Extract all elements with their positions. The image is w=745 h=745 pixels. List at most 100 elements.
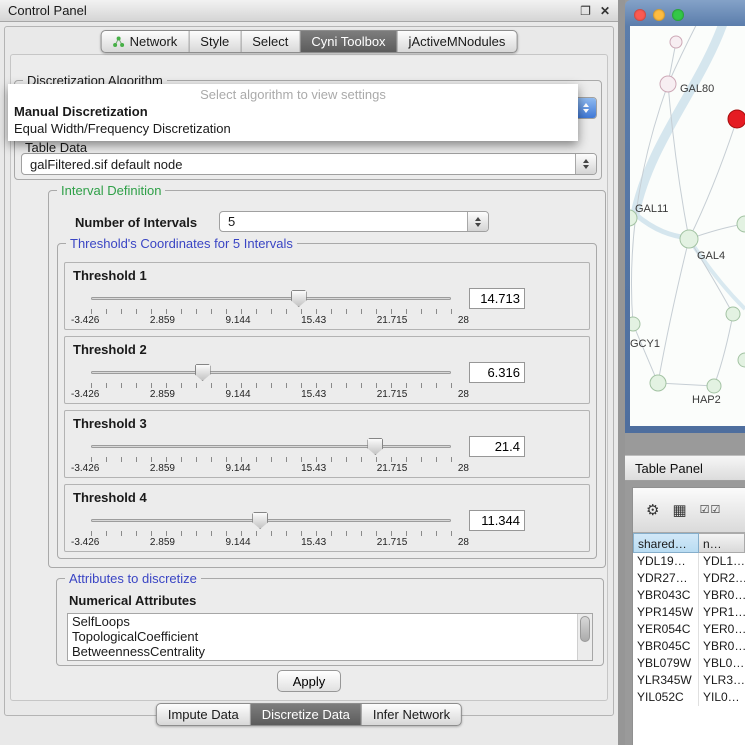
threshold-4-slider[interactable] <box>91 512 451 530</box>
tab-select[interactable]: Select <box>241 31 300 52</box>
tab-discretize-data[interactable]: Discretize Data <box>251 704 362 725</box>
table-row[interactable]: YLR345W YLR3… <box>633 672 745 689</box>
table-row[interactable]: YBL079W YBL0… <box>633 655 745 672</box>
threshold-1-slider[interactable] <box>91 290 451 308</box>
slider-handle[interactable] <box>291 290 307 307</box>
slider-track[interactable] <box>91 371 451 374</box>
slider-track[interactable] <box>91 445 451 448</box>
table-cell[interactable]: YBR043C <box>633 587 699 604</box>
slider-ticks <box>91 531 452 536</box>
threshold-3-value-field[interactable] <box>469 436 525 457</box>
table-cell[interactable]: YLR3… <box>699 672 745 689</box>
close-icon[interactable]: ✕ <box>600 4 610 18</box>
node[interactable] <box>650 375 666 391</box>
node-red-selected[interactable] <box>728 110 745 128</box>
table-cell[interactable]: YBL079W <box>633 655 699 672</box>
column-header-shared-name[interactable]: shared… <box>633 533 699 553</box>
table-data-combobox[interactable]: galFiltered.sif default node <box>21 153 597 175</box>
float-window-icon[interactable]: ❐ <box>580 4 591 18</box>
tab-jactivemnodules[interactable]: jActiveMNodules <box>398 31 517 52</box>
node-gal80[interactable] <box>660 76 676 92</box>
algorithm-stepper-icon[interactable] <box>575 98 596 118</box>
table-cell[interactable]: YBR045C <box>633 638 699 655</box>
algorithm-option-manual[interactable]: Manual Discretization <box>8 103 578 120</box>
node[interactable] <box>670 36 682 48</box>
table-row[interactable]: YER054C YER0… <box>633 621 745 638</box>
table-cell[interactable]: YER0… <box>699 621 745 638</box>
scale-tick-label: 28 <box>458 537 469 548</box>
tab-style[interactable]: Style <box>189 31 241 52</box>
table-cell[interactable]: YDL19… <box>633 553 699 570</box>
list-item[interactable]: SelfLoops <box>68 614 592 629</box>
threshold-2-value-field[interactable] <box>469 362 525 383</box>
table-row[interactable]: YPR145W YPR1… <box>633 604 745 621</box>
threshold-2-slider[interactable] <box>91 364 451 382</box>
table-header-row: shared… n… <box>633 533 745 553</box>
table-cell[interactable]: YDR2… <box>699 570 745 587</box>
tab-style-label: Style <box>200 34 229 49</box>
table-cell[interactable]: YLR345W <box>633 672 699 689</box>
number-of-intervals-label: Number of Intervals <box>75 215 197 230</box>
threshold-3-slider[interactable] <box>91 438 451 456</box>
tab-impute-data[interactable]: Impute Data <box>157 704 251 725</box>
slider-handle[interactable] <box>195 364 211 381</box>
scale-tick-label: -3.426 <box>71 463 99 474</box>
threshold-4-value-field[interactable] <box>469 510 525 531</box>
tab-network-label: Network <box>130 34 178 49</box>
slider-ticks <box>91 383 452 388</box>
close-traffic-icon[interactable] <box>634 9 646 21</box>
select-columns-icon[interactable]: ☑☑ <box>700 505 722 516</box>
slider-track[interactable] <box>91 519 451 522</box>
table-row[interactable]: YDL19… YDL1… <box>633 553 745 570</box>
table-cell[interactable]: YBR0… <box>699 587 745 604</box>
table-data-stepper-icon[interactable] <box>575 154 596 174</box>
scale-tick-label: 28 <box>458 315 469 326</box>
network-canvas[interactable]: GAL80 GAL11 GAL4 GCY1 HAP2 <box>630 26 745 426</box>
table-cell[interactable]: YDR27… <box>633 570 699 587</box>
list-item[interactable]: BetweennessCentrality <box>68 644 592 659</box>
top-tab-bar: Network Style Select Cyni Toolbox jActiv… <box>101 30 518 53</box>
node-label: GAL4 <box>697 250 725 262</box>
scrollbar-thumb[interactable] <box>580 616 590 642</box>
node-gal4[interactable] <box>680 230 698 248</box>
number-of-intervals-stepper-icon[interactable] <box>467 212 488 231</box>
slider-handle[interactable] <box>252 512 268 529</box>
node[interactable] <box>737 216 745 232</box>
table-cell[interactable]: YBR0… <box>699 638 745 655</box>
gear-icon[interactable]: ⚙ <box>646 503 659 518</box>
table-cell[interactable]: YDL1… <box>699 553 745 570</box>
table-cell[interactable]: YIL052C <box>633 689 699 706</box>
table-row[interactable]: YBR043C YBR0… <box>633 587 745 604</box>
tab-impute-data-label: Impute Data <box>168 707 239 722</box>
attributes-scrollbar[interactable] <box>577 614 592 660</box>
minimize-traffic-icon[interactable] <box>653 9 665 21</box>
tab-cyni-toolbox[interactable]: Cyni Toolbox <box>300 31 397 52</box>
table-cell[interactable]: YBL0… <box>699 655 745 672</box>
tab-network[interactable]: Network <box>102 31 190 52</box>
table-row[interactable]: YDR27… YDR2… <box>633 570 745 587</box>
node-gcy1[interactable] <box>630 317 640 331</box>
node[interactable] <box>726 307 740 321</box>
number-of-intervals-combobox[interactable]: 5 <box>219 211 489 232</box>
slider-handle[interactable] <box>367 438 383 455</box>
apply-button[interactable]: Apply <box>277 670 341 692</box>
list-item[interactable]: TopologicalCoefficient <box>68 629 592 644</box>
table-cell[interactable]: YIL0… <box>699 689 745 706</box>
table-cell[interactable]: YPR145W <box>633 604 699 621</box>
node[interactable] <box>738 353 745 367</box>
node-hap2[interactable] <box>707 379 721 393</box>
tab-infer-network[interactable]: Infer Network <box>362 704 461 725</box>
scale-tick-label: 28 <box>458 389 469 400</box>
zoom-traffic-icon[interactable] <box>672 9 684 21</box>
algorithm-option-equal-width[interactable]: Equal Width/Frequency Discretization <box>8 120 578 137</box>
table-row[interactable]: YIL052C YIL0… <box>633 689 745 706</box>
table-cell[interactable]: YPR1… <box>699 604 745 621</box>
slider-track[interactable] <box>91 297 451 300</box>
columns-icon[interactable]: ▦ <box>672 503 686 518</box>
threshold-1-value-field[interactable] <box>469 288 525 309</box>
table-row[interactable]: YBR045C YBR0… <box>633 638 745 655</box>
node-label: GCY1 <box>630 338 660 350</box>
column-header-name[interactable]: n… <box>699 533 745 553</box>
table-cell[interactable]: YER054C <box>633 621 699 638</box>
scale-tick-label: 9.144 <box>226 463 251 474</box>
